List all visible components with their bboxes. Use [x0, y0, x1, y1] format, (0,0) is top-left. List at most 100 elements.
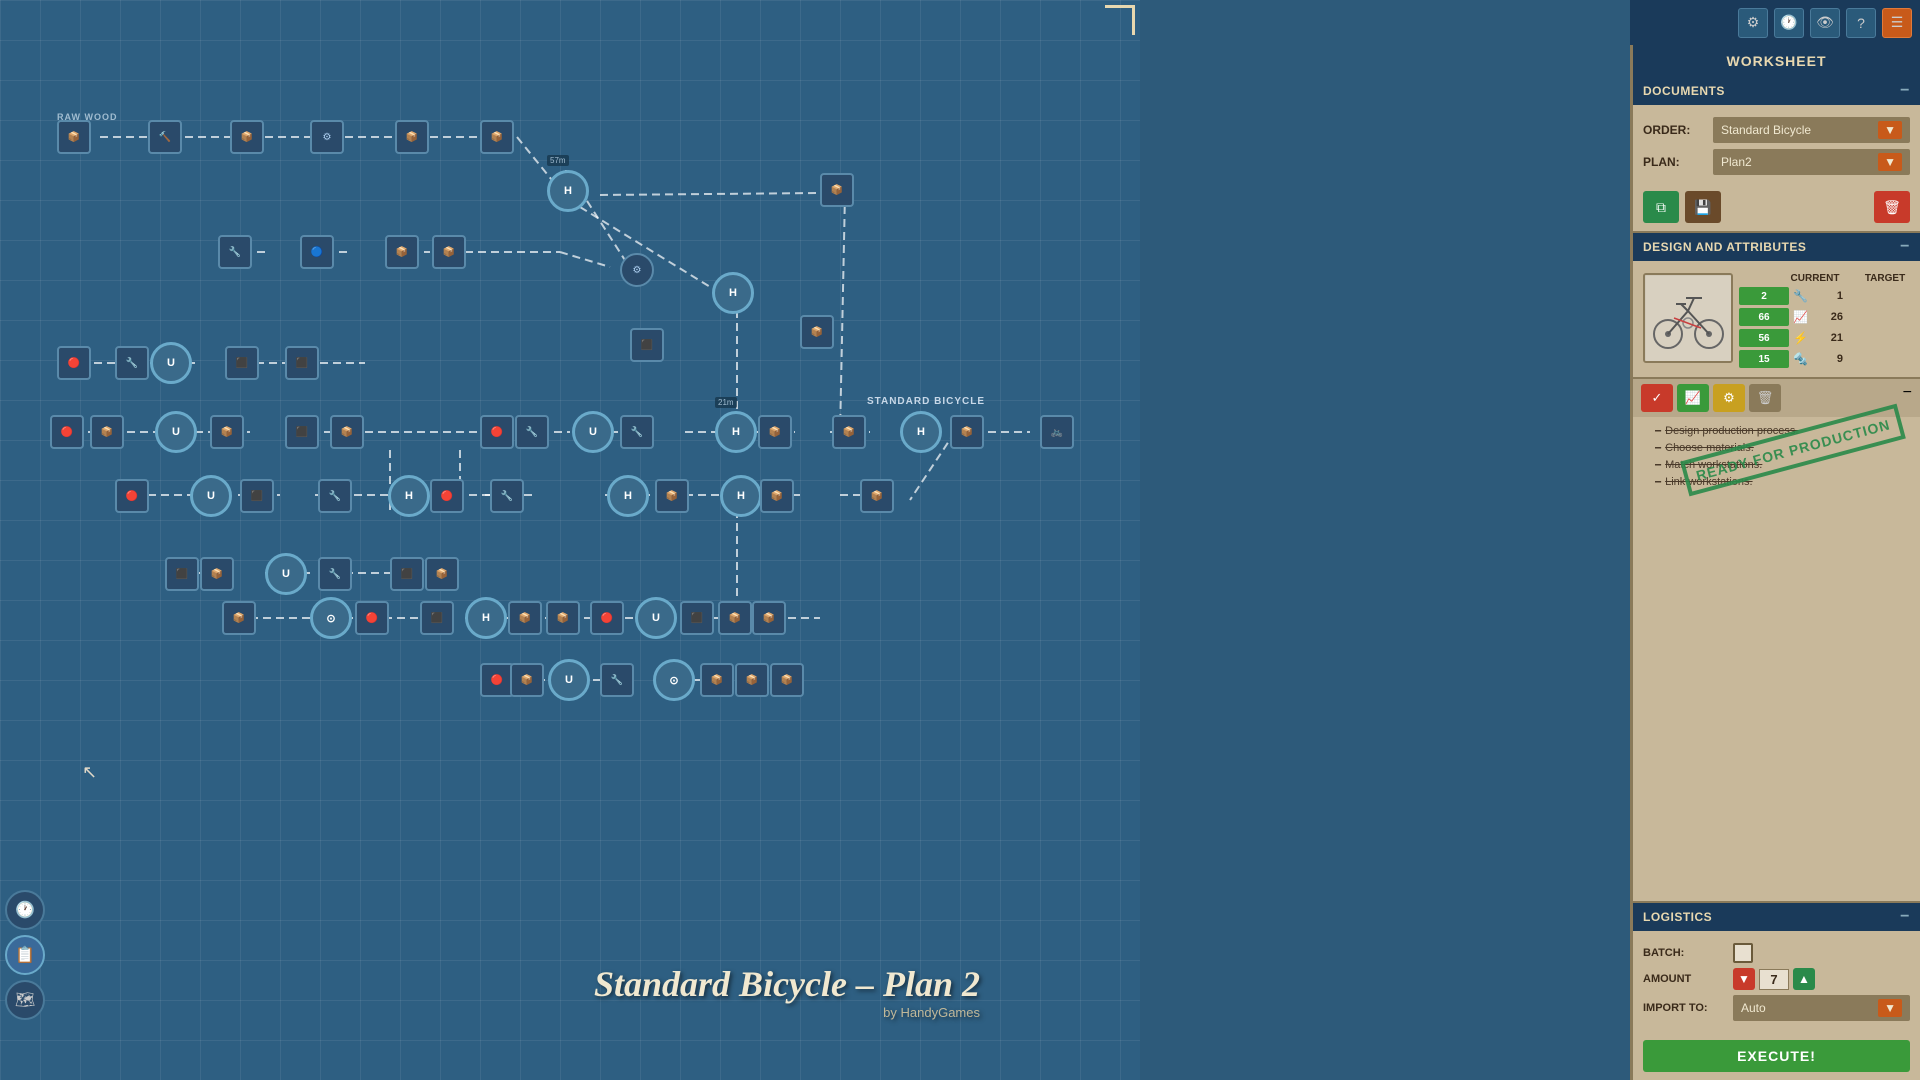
node-product[interactable]: 🚲	[1040, 415, 1074, 449]
menu-icon-btn[interactable]: ☰	[1882, 8, 1912, 38]
node-r3-2[interactable]: ⬛	[225, 346, 259, 380]
node-r4-4[interactable]: 📦	[330, 415, 364, 449]
node-r5-8[interactable]: 📦	[860, 479, 894, 513]
logistics-collapse-btn[interactable]: −	[1900, 908, 1910, 926]
checklist-tab-chart[interactable]: 📈	[1677, 384, 1709, 412]
node-r8-4[interactable]: 📦	[700, 663, 734, 697]
amount-increase-btn[interactable]: ▲	[1793, 968, 1815, 990]
hub-10[interactable]: H	[607, 475, 649, 517]
node-r7-7[interactable]: ⬛	[680, 601, 714, 635]
copy-btn[interactable]: ⧉	[1643, 191, 1679, 223]
node-r7-8[interactable]: 📦	[718, 601, 752, 635]
node-r4-5[interactable]: 🔴	[480, 415, 514, 449]
design-collapse-btn[interactable]: −	[1900, 238, 1910, 256]
checklist-tab-gear[interactable]: ⚙	[1713, 384, 1745, 412]
node-r2-4[interactable]: 📦	[432, 235, 466, 269]
node-circ-2[interactable]: ⬛	[630, 328, 664, 362]
settings-icon-btn[interactable]: ⚙	[1738, 8, 1768, 38]
node-r1-3[interactable]: 📦	[230, 120, 264, 154]
checklist-tab-trash[interactable]: 🗑	[1749, 384, 1781, 412]
main-canvas[interactable]: RAW WOOD 📦 🔨 📦 ⚙ 📦 📦 H 57m 📦 🔧 🔵 📦 📦 ⚙ H…	[0, 0, 1140, 1080]
hub-17[interactable]: ⊙	[653, 659, 695, 701]
node-r5-6[interactable]: 📦	[655, 479, 689, 513]
hub-12[interactable]: U	[265, 553, 307, 595]
hub-14[interactable]: H	[465, 597, 507, 639]
node-r8-5[interactable]: 📦	[735, 663, 769, 697]
node-r5-1[interactable]: 🔴	[115, 479, 149, 513]
node-r2-3[interactable]: 📦	[385, 235, 419, 269]
node-r7-5[interactable]: 📦	[546, 601, 580, 635]
node-r4-10[interactable]: 📦	[950, 415, 984, 449]
clock-icon-btn[interactable]: 🕐	[5, 890, 45, 930]
hub-5[interactable]: U	[572, 411, 614, 453]
node-r1-6[interactable]: 📦	[480, 120, 514, 154]
node-r1-4[interactable]: ⚙	[310, 120, 344, 154]
node-r1-2[interactable]: 🔨	[148, 120, 182, 154]
node-r5-3[interactable]: 🔧	[318, 479, 352, 513]
node-r6-4[interactable]: ⬛	[390, 557, 424, 591]
node-r1-1[interactable]: 📦	[57, 120, 91, 154]
node-r3-0[interactable]: 🔴	[57, 346, 91, 380]
node-r7-3[interactable]: ⬛	[420, 601, 454, 635]
node-r7-9[interactable]: 📦	[752, 601, 786, 635]
node-r4-2[interactable]: 📦	[210, 415, 244, 449]
map-icon-btn[interactable]: 🗺	[5, 980, 45, 1020]
execute-button[interactable]: EXECUTE!	[1643, 1040, 1910, 1072]
node-circ-1[interactable]: ⚙	[620, 253, 654, 287]
hub-4[interactable]: U	[155, 411, 197, 453]
node-r2-2[interactable]: 🔵	[300, 235, 334, 269]
hub-6[interactable]: H	[715, 411, 757, 453]
node-r6-5[interactable]: 📦	[425, 557, 459, 591]
node-r4-9[interactable]: 📦	[832, 415, 866, 449]
node-r5-7[interactable]: 📦	[760, 479, 794, 513]
node-r5-4[interactable]: 🔴	[430, 479, 464, 513]
clock-icon-btn[interactable]: 🕐	[1774, 8, 1804, 38]
order-dropdown[interactable]: Standard Bicycle ▼	[1713, 117, 1910, 143]
node-r5-2[interactable]: ⬛	[240, 479, 274, 513]
hub-1[interactable]: H	[547, 170, 589, 212]
hub-9[interactable]: H	[388, 475, 430, 517]
node-r4-7[interactable]: 🔧	[620, 415, 654, 449]
documents-collapse-btn[interactable]: −	[1900, 82, 1910, 100]
help-icon-btn[interactable]: ?	[1846, 8, 1876, 38]
hub-15[interactable]: U	[635, 597, 677, 639]
hub-13[interactable]: ⊙	[310, 597, 352, 639]
node-r4-6[interactable]: 🔧	[515, 415, 549, 449]
save-btn[interactable]: 💾	[1685, 191, 1721, 223]
node-r8-1[interactable]: 🔴	[480, 663, 514, 697]
plan-dropdown[interactable]: Plan2 ▼	[1713, 149, 1910, 175]
hub-8[interactable]: U	[190, 475, 232, 517]
node-r4-8[interactable]: 📦	[758, 415, 792, 449]
node-r7-1[interactable]: 📦	[222, 601, 256, 635]
node-r6-2[interactable]: 📦	[200, 557, 234, 591]
node-r2-1[interactable]: 🔧	[218, 235, 252, 269]
node-r4-0[interactable]: 🔴	[50, 415, 84, 449]
node-r8-6[interactable]: 📦	[770, 663, 804, 697]
node-r1r-1[interactable]: 📦	[820, 173, 854, 207]
node-r8-3[interactable]: 🔧	[600, 663, 634, 697]
node-r4-1[interactable]: 📦	[90, 415, 124, 449]
node-r3-3[interactable]: ⬛	[285, 346, 319, 380]
node-r7-4[interactable]: 📦	[508, 601, 542, 635]
hub-16[interactable]: U	[548, 659, 590, 701]
amount-decrease-btn[interactable]: ▼	[1733, 968, 1755, 990]
node-r4-3[interactable]: ⬛	[285, 415, 319, 449]
hub-2[interactable]: H	[712, 272, 754, 314]
hub-11[interactable]: H	[720, 475, 762, 517]
eye-icon-btn[interactable]: 👁	[1810, 8, 1840, 38]
node-r2r-1[interactable]: 📦	[800, 315, 834, 349]
hub-3[interactable]: U	[150, 342, 192, 384]
batch-checkbox[interactable]	[1733, 943, 1753, 963]
hub-7[interactable]: H	[900, 411, 942, 453]
node-r6-3[interactable]: 🔧	[318, 557, 352, 591]
checklist-tab-check[interactable]: ✓	[1641, 384, 1673, 412]
checklist-collapse-btn[interactable]: −	[1903, 384, 1912, 412]
node-r6-1[interactable]: ⬛	[165, 557, 199, 591]
node-r5-5[interactable]: 🔧	[490, 479, 524, 513]
node-r7-6[interactable]: 🔴	[590, 601, 624, 635]
clipboard-icon-btn[interactable]: 📋	[5, 935, 45, 975]
delete-btn[interactable]: 🗑	[1874, 191, 1910, 223]
node-r3-1[interactable]: 🔧	[115, 346, 149, 380]
node-r8-2[interactable]: 📦	[510, 663, 544, 697]
node-r1-5[interactable]: 📦	[395, 120, 429, 154]
